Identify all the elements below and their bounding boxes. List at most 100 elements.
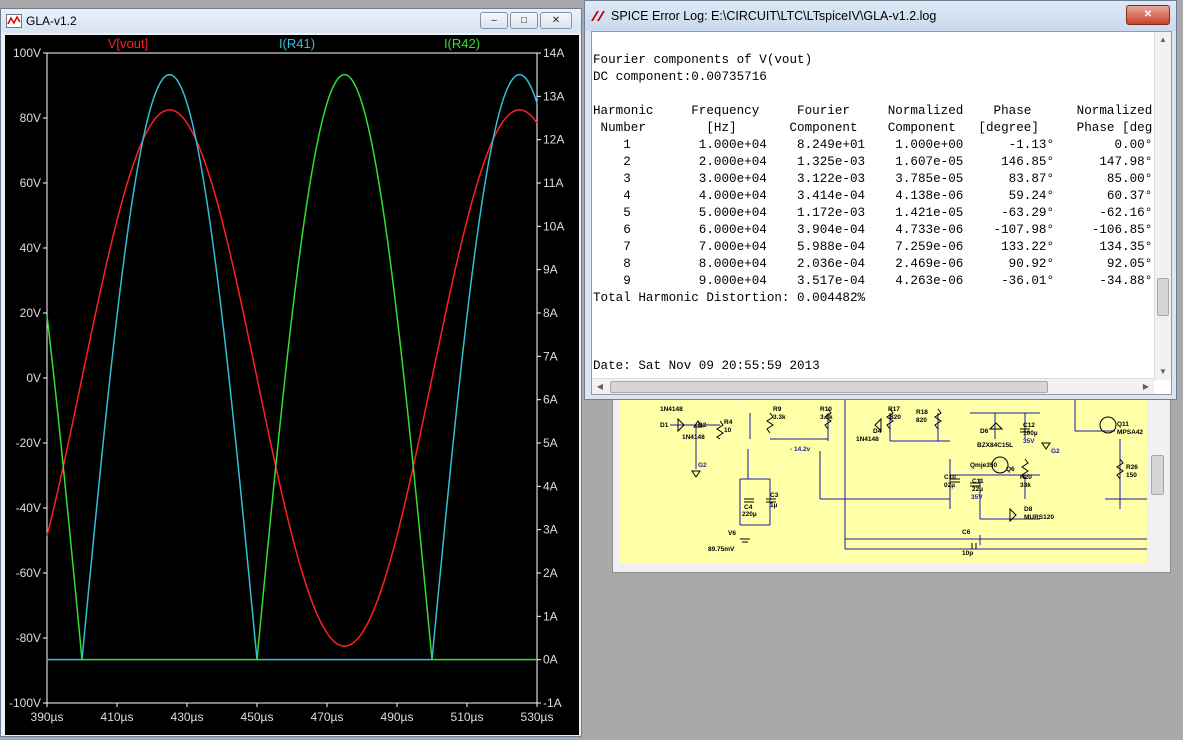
- x-tick-label: 530µs: [521, 710, 554, 724]
- schematic-svg[interactable]: 1N4148 D1 D2 1N4148 R4 10 G2 R9 3.3k R10…: [620, 399, 1147, 563]
- log-hscroll-thumb[interactable]: [610, 381, 1048, 393]
- dc-component: DC component:0.00735716: [593, 70, 767, 84]
- label-c6v: 10p: [962, 550, 973, 557]
- label-r26v: 150: [1126, 472, 1137, 479]
- label-qmje: Qmje350: [970, 462, 997, 469]
- label-n2: 1N4148: [682, 434, 705, 441]
- label-r17v: 820: [890, 414, 901, 421]
- close-button[interactable]: ✕: [540, 12, 572, 29]
- y-left-tick-label: 60V: [20, 176, 41, 190]
- label-c4: C4: [744, 504, 753, 511]
- y-right-tick-label: 1A: [543, 609, 558, 623]
- label-d8v: MURS120: [1024, 514, 1054, 521]
- y-left-tick-label: -40V: [16, 501, 41, 515]
- scroll-down-arrow-icon[interactable]: ▼: [1155, 364, 1171, 380]
- x-tick-label: 470µs: [311, 710, 344, 724]
- scroll-up-arrow-icon[interactable]: ▲: [1155, 32, 1171, 48]
- harmonic-row: 9 9.000e+04 3.517e-04 4.263e-06 -36.01° …: [593, 274, 1153, 288]
- label-c11: C11: [972, 478, 984, 485]
- label-c10: C10: [944, 474, 956, 481]
- log-vscroll-thumb[interactable]: [1157, 278, 1169, 316]
- label-d2: D2: [698, 422, 707, 429]
- harmonic-row: 5 5.000e+04 1.172e-03 1.421e-05 -63.29° …: [593, 206, 1153, 220]
- column-header-1: Harmonic Frequency Fourier Normalized Ph…: [593, 104, 1153, 118]
- waveform-plot-svg[interactable]: 100V 80V 60V 40V 20V 0V -20V -40V -60V -80V -100V 1…: [5, 35, 579, 735]
- y-right-tick-label: 8A: [543, 306, 558, 320]
- label-c3: C3: [770, 492, 779, 499]
- label-d8: D8: [1024, 506, 1033, 513]
- y-right-tick-label: 0A: [543, 653, 558, 667]
- label-q11: Q11: [1117, 421, 1129, 428]
- y-right-tick-label: 9A: [543, 263, 558, 277]
- plot-frame: [46, 52, 538, 704]
- y-right-tick-label: 12A: [543, 133, 564, 147]
- plot-window-titlebar[interactable]: GLA-v1.2 ‒ □ ✕: [1, 9, 581, 33]
- y-left-tick-label: -80V: [16, 631, 41, 645]
- waveform-app-icon: [6, 14, 22, 28]
- schematic-wires: [670, 399, 1147, 550]
- log-horizontal-scrollbar[interactable]: ◀ ▶: [592, 378, 1154, 394]
- label-r17: R17: [888, 406, 900, 413]
- label-c12: C12: [1023, 422, 1035, 429]
- y-right-tick-label: 7A: [543, 349, 558, 363]
- y-left-tick-label: 40V: [20, 241, 41, 255]
- log-text-area[interactable]: Fourier components of V(vout) DC componen…: [591, 31, 1172, 395]
- label-r20: R20: [1020, 474, 1032, 481]
- y-right-tick-label: 4A: [543, 479, 558, 493]
- plot-window: GLA-v1.2 ‒ □ ✕ 100V 80V 60V 40V 20V 0V -20V -40…: [0, 8, 582, 737]
- minimize-icon: ‒: [491, 15, 497, 26]
- label-g2b: G2: [1051, 448, 1060, 455]
- schematic-canvas[interactable]: 1N4148 D1 D2 1N4148 R4 10 G2 R9 3.3k R10…: [620, 399, 1147, 563]
- harmonic-row: 4 4.000e+04 3.414e-04 4.138e-06 59.24° 6…: [593, 189, 1153, 203]
- schematic-window: 1N4148 D1 D2 1N4148 R4 10 G2 R9 3.3k R10…: [612, 392, 1171, 573]
- scroll-right-arrow-icon[interactable]: ▶: [1138, 379, 1154, 395]
- label-r20v: 33k: [1020, 482, 1031, 489]
- harmonic-row: 3 3.000e+04 3.122e-03 3.785e-05 83.87° 8…: [593, 172, 1153, 186]
- label-d4: D4: [873, 428, 882, 435]
- label-g2a: G2: [698, 462, 707, 469]
- harmonic-row: 7 7.000e+04 5.988e-04 7.259e-06 133.22° …: [593, 240, 1153, 254]
- label-r18: R18: [916, 409, 928, 416]
- y-right-tick-label: 5A: [543, 436, 558, 450]
- label-d1: D1: [660, 422, 669, 429]
- log-close-button[interactable]: ✕: [1126, 5, 1170, 25]
- label-d6: D6: [980, 428, 989, 435]
- harmonic-row: 8 8.000e+04 2.036e-04 2.469e-06 90.92° 9…: [593, 257, 1153, 271]
- x-tick-label: 450µs: [241, 710, 274, 724]
- waveform-plot[interactable]: 100V 80V 60V 40V 20V 0V -20V -40V -60V -80V -100V 1…: [5, 35, 579, 735]
- label-r10v: 3.3k: [820, 414, 833, 421]
- y-left-tick-label: -60V: [16, 566, 41, 580]
- label-v6: V6: [728, 530, 736, 537]
- fourier-header: Fourier components of V(vout): [593, 53, 813, 67]
- close-icon: ✕: [551, 15, 561, 26]
- log-text[interactable]: Fourier components of V(vout) DC componen…: [592, 32, 1154, 380]
- scroll-left-arrow-icon[interactable]: ◀: [592, 379, 608, 395]
- label-c4v: 220µ: [742, 511, 757, 518]
- minimize-button[interactable]: ‒: [480, 12, 508, 29]
- legend-v-vout-: V[vout]: [108, 36, 148, 51]
- log-window-titlebar[interactable]: SPICE Error Log: E:\CIRCUIT\LTC\LTspiceI…: [585, 1, 1176, 31]
- schematic-scroll-thumb[interactable]: [1151, 455, 1164, 495]
- y-left-tick-label: -100V: [9, 696, 41, 710]
- legend-i-r41-: I(R41): [279, 36, 315, 51]
- label-c10v: 02µ: [944, 482, 955, 489]
- label-r9v: 3.3k: [773, 414, 786, 421]
- label-r9: R9: [773, 406, 782, 413]
- schematic-vertical-scrollbar[interactable]: [1149, 393, 1167, 569]
- label-q11v: MPSA42: [1117, 429, 1143, 436]
- label-v6v: 89.75mV: [708, 546, 735, 553]
- label-c3v: 1µ: [770, 502, 778, 509]
- y-right-tick-label: 10A: [543, 219, 564, 233]
- label-n4: 1N4148: [856, 436, 879, 443]
- y-right-tick-label: 2A: [543, 566, 558, 580]
- x-tick-label: 430µs: [171, 710, 204, 724]
- date-line: Date: Sat Nov 09 20:55:59 2013: [593, 359, 820, 373]
- label-c6: C6: [962, 529, 971, 536]
- label-r26: R26: [1126, 464, 1138, 471]
- spice-error-log-window: SPICE Error Log: E:\CIRCUIT\LTC\LTspiceI…: [584, 0, 1177, 400]
- log-vertical-scrollbar[interactable]: ▲ ▼: [1154, 32, 1171, 380]
- label-r18v: 820: [916, 417, 927, 424]
- label-d6v: BZX84C15L: [977, 442, 1013, 449]
- restore-button[interactable]: □: [510, 12, 538, 29]
- x-tick-label: 510µs: [451, 710, 484, 724]
